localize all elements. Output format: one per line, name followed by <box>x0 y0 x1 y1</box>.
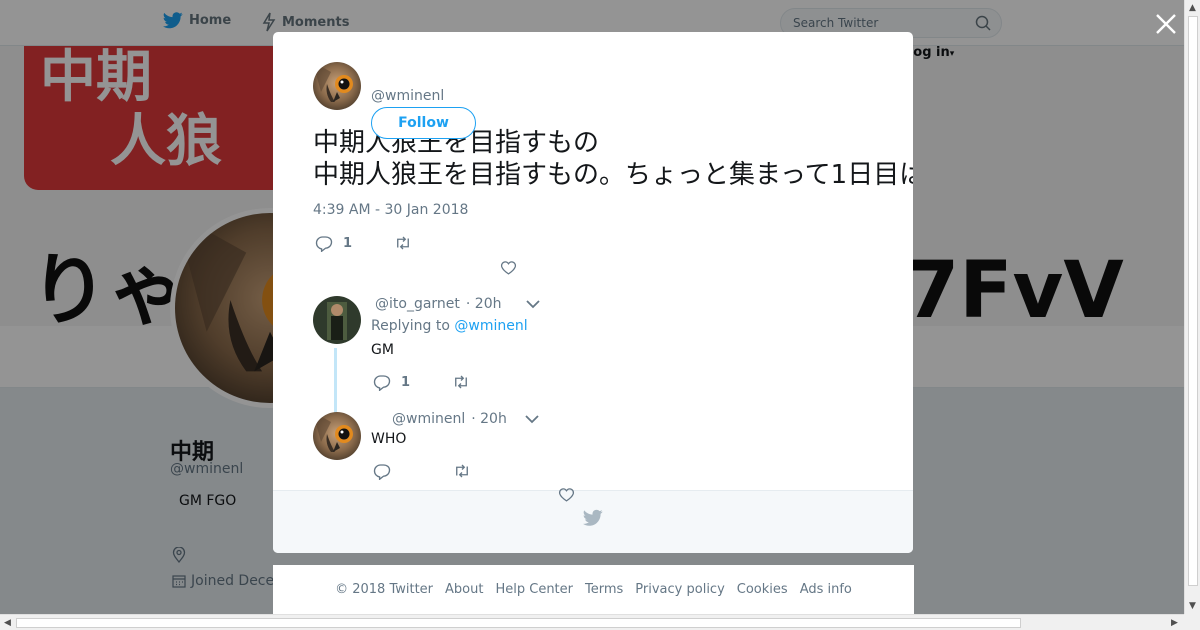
heart-icon[interactable] <box>500 259 517 276</box>
reply-count: 1 <box>343 235 353 251</box>
retweet-icon <box>453 462 471 480</box>
footer-link-ads-info[interactable]: Ads info <box>800 582 852 597</box>
scroll-right-arrow[interactable]: ▶ <box>1171 618 1178 628</box>
heart-icon[interactable] <box>558 486 575 503</box>
scrollbar-corner <box>1184 614 1200 630</box>
reply-tweet-2: @wminenl · 20h WHO <box>313 411 873 492</box>
reply-handle[interactable]: @ito_garnet <box>375 296 460 312</box>
reply-action[interactable]: 1 <box>373 373 410 391</box>
chevron-down-icon[interactable] <box>525 414 539 424</box>
reply-count: 1 <box>401 374 411 390</box>
horizontal-scroll-thumb[interactable] <box>16 618 1021 628</box>
reply-header: @wminenl · 20h <box>392 411 539 427</box>
tweet-timestamp[interactable]: 4:39 AM - 30 Jan 2018 <box>313 202 468 218</box>
reply-time[interactable]: · 20h <box>466 296 502 312</box>
footer-link-help-center[interactable]: Help Center <box>495 582 573 597</box>
retweet-action[interactable] <box>452 373 470 391</box>
chevron-down-icon[interactable] <box>525 299 540 309</box>
follow-button[interactable]: Follow <box>371 107 476 139</box>
close-icon[interactable] <box>1154 12 1178 36</box>
reply-icon <box>373 462 391 480</box>
avatar-image <box>313 412 361 460</box>
reply-text: GM <box>371 342 394 358</box>
modal-footer <box>273 490 913 553</box>
reply-1-actions: 1 <box>373 373 470 391</box>
reply-action[interactable] <box>373 462 391 480</box>
retweet-action[interactable] <box>453 462 471 480</box>
replying-to: Replying to @wminenl <box>371 318 528 334</box>
avatar-image <box>313 296 361 344</box>
tweet-actions: 1 <box>315 234 412 252</box>
page-footer: © 2018 Twitter About Help Center Terms P… <box>273 565 914 614</box>
footer-link-about[interactable]: About <box>445 582 483 597</box>
scroll-down-arrow[interactable]: ▼ <box>1189 601 1196 611</box>
reply-header: @ito_garnet · 20h <box>375 296 540 312</box>
retweet-action[interactable] <box>394 234 412 252</box>
reply-2-actions <box>373 462 471 480</box>
reply-time[interactable]: · 20h <box>471 411 507 427</box>
reply-handle[interactable]: @wminenl <box>392 411 465 427</box>
reply-action[interactable]: 1 <box>315 234 352 252</box>
vertical-scroll-thumb[interactable] <box>1188 16 1198 586</box>
scroll-left-arrow[interactable]: ◀ <box>4 618 11 628</box>
replying-to-link[interactable]: @wminenl <box>454 318 527 334</box>
footer-link-cookies[interactable]: Cookies <box>737 582 788 597</box>
footer-link-privacy[interactable]: Privacy policy <box>635 582 724 597</box>
twitter-bird-icon <box>583 509 603 527</box>
retweet-icon <box>452 373 470 391</box>
tweet-text-line2: 中期人狼王を目指すもの。ちょっと集まって1日目は占い師をやりまして、結果白出しし… <box>313 160 913 190</box>
scroll-up-arrow[interactable]: ▲ <box>1189 3 1196 13</box>
reply-icon <box>315 234 333 252</box>
footer-copyright: © 2018 Twitter <box>335 582 434 597</box>
tweet-author-handle[interactable]: @wminenl <box>371 88 444 104</box>
horizontal-scrollbar[interactable]: ◀ ▶ <box>0 614 1184 630</box>
vertical-scrollbar[interactable]: ▲ ▼ <box>1184 0 1200 614</box>
reply-text: WHO <box>371 431 407 447</box>
tweet-modal: @wminenl 中期人狼王を目指すもの 中期人狼王を目指すもの。ちょっと集まっ… <box>273 32 913 553</box>
reply-icon <box>373 373 391 391</box>
footer-link-terms[interactable]: Terms <box>585 582 623 597</box>
tweet-author-avatar[interactable] <box>313 62 361 110</box>
reply-avatar[interactable] <box>313 296 361 344</box>
replying-prefix: Replying to <box>371 318 450 334</box>
retweet-icon <box>394 234 412 252</box>
reply-avatar[interactable] <box>313 412 361 460</box>
